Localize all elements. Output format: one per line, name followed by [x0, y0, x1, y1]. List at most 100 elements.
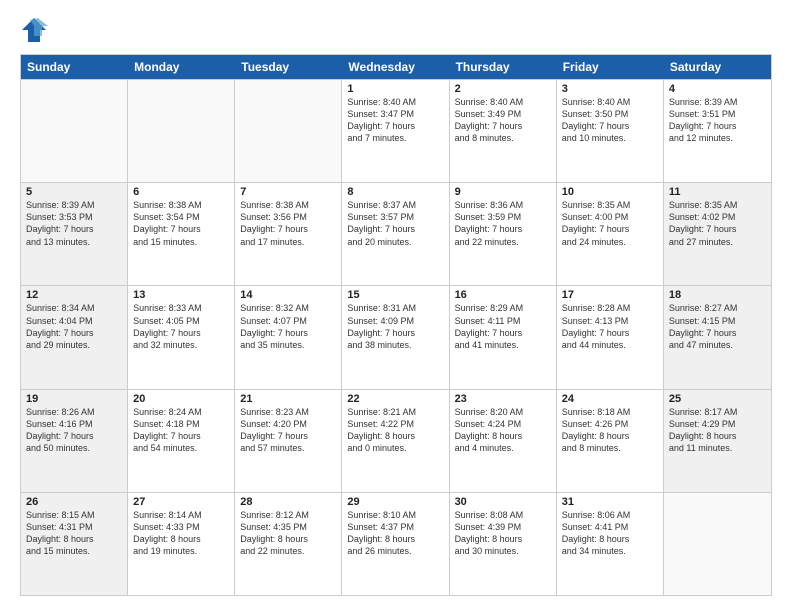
day-number: 1 [347, 83, 443, 95]
day-number: 24 [562, 393, 658, 405]
day-info: Sunrise: 8:26 AM Sunset: 4:16 PM Dayligh… [26, 406, 122, 455]
day-number: 31 [562, 496, 658, 508]
day-number: 8 [347, 186, 443, 198]
day-cell-5: 5Sunrise: 8:39 AM Sunset: 3:53 PM Daylig… [21, 183, 128, 285]
page: SundayMondayTuesdayWednesdayThursdayFrid… [0, 0, 792, 612]
empty-cell-0-0 [21, 80, 128, 182]
day-cell-23: 23Sunrise: 8:20 AM Sunset: 4:24 PM Dayli… [450, 390, 557, 492]
day-cell-21: 21Sunrise: 8:23 AM Sunset: 4:20 PM Dayli… [235, 390, 342, 492]
day-cell-20: 20Sunrise: 8:24 AM Sunset: 4:18 PM Dayli… [128, 390, 235, 492]
empty-cell-4-6 [664, 493, 771, 595]
day-number: 12 [26, 289, 122, 301]
day-info: Sunrise: 8:39 AM Sunset: 3:51 PM Dayligh… [669, 96, 766, 145]
calendar-row-0: 1Sunrise: 8:40 AM Sunset: 3:47 PM Daylig… [21, 79, 771, 182]
day-cell-13: 13Sunrise: 8:33 AM Sunset: 4:05 PM Dayli… [128, 286, 235, 388]
day-number: 18 [669, 289, 766, 301]
day-info: Sunrise: 8:14 AM Sunset: 4:33 PM Dayligh… [133, 509, 229, 558]
day-number: 6 [133, 186, 229, 198]
day-number: 30 [455, 496, 551, 508]
day-info: Sunrise: 8:39 AM Sunset: 3:53 PM Dayligh… [26, 199, 122, 248]
day-info: Sunrise: 8:15 AM Sunset: 4:31 PM Dayligh… [26, 509, 122, 558]
day-info: Sunrise: 8:34 AM Sunset: 4:04 PM Dayligh… [26, 302, 122, 351]
day-info: Sunrise: 8:40 AM Sunset: 3:49 PM Dayligh… [455, 96, 551, 145]
calendar-header: SundayMondayTuesdayWednesdayThursdayFrid… [21, 55, 771, 79]
day-info: Sunrise: 8:38 AM Sunset: 3:54 PM Dayligh… [133, 199, 229, 248]
day-number: 27 [133, 496, 229, 508]
day-cell-8: 8Sunrise: 8:37 AM Sunset: 3:57 PM Daylig… [342, 183, 449, 285]
day-info: Sunrise: 8:23 AM Sunset: 4:20 PM Dayligh… [240, 406, 336, 455]
day-cell-12: 12Sunrise: 8:34 AM Sunset: 4:04 PM Dayli… [21, 286, 128, 388]
weekday-header-tuesday: Tuesday [235, 55, 342, 79]
day-number: 10 [562, 186, 658, 198]
day-info: Sunrise: 8:20 AM Sunset: 4:24 PM Dayligh… [455, 406, 551, 455]
day-number: 21 [240, 393, 336, 405]
day-info: Sunrise: 8:17 AM Sunset: 4:29 PM Dayligh… [669, 406, 766, 455]
day-cell-26: 26Sunrise: 8:15 AM Sunset: 4:31 PM Dayli… [21, 493, 128, 595]
day-cell-22: 22Sunrise: 8:21 AM Sunset: 4:22 PM Dayli… [342, 390, 449, 492]
day-cell-7: 7Sunrise: 8:38 AM Sunset: 3:56 PM Daylig… [235, 183, 342, 285]
day-cell-15: 15Sunrise: 8:31 AM Sunset: 4:09 PM Dayli… [342, 286, 449, 388]
day-info: Sunrise: 8:40 AM Sunset: 3:47 PM Dayligh… [347, 96, 443, 145]
day-cell-9: 9Sunrise: 8:36 AM Sunset: 3:59 PM Daylig… [450, 183, 557, 285]
day-number: 4 [669, 83, 766, 95]
empty-cell-0-2 [235, 80, 342, 182]
day-number: 15 [347, 289, 443, 301]
calendar-row-3: 19Sunrise: 8:26 AM Sunset: 4:16 PM Dayli… [21, 389, 771, 492]
day-info: Sunrise: 8:21 AM Sunset: 4:22 PM Dayligh… [347, 406, 443, 455]
day-cell-17: 17Sunrise: 8:28 AM Sunset: 4:13 PM Dayli… [557, 286, 664, 388]
day-number: 9 [455, 186, 551, 198]
weekday-header-friday: Friday [557, 55, 664, 79]
day-number: 20 [133, 393, 229, 405]
day-cell-18: 18Sunrise: 8:27 AM Sunset: 4:15 PM Dayli… [664, 286, 771, 388]
day-info: Sunrise: 8:08 AM Sunset: 4:39 PM Dayligh… [455, 509, 551, 558]
calendar-row-1: 5Sunrise: 8:39 AM Sunset: 3:53 PM Daylig… [21, 182, 771, 285]
weekday-header-sunday: Sunday [21, 55, 128, 79]
day-info: Sunrise: 8:28 AM Sunset: 4:13 PM Dayligh… [562, 302, 658, 351]
day-info: Sunrise: 8:37 AM Sunset: 3:57 PM Dayligh… [347, 199, 443, 248]
calendar-body: 1Sunrise: 8:40 AM Sunset: 3:47 PM Daylig… [21, 79, 771, 595]
day-cell-16: 16Sunrise: 8:29 AM Sunset: 4:11 PM Dayli… [450, 286, 557, 388]
calendar: SundayMondayTuesdayWednesdayThursdayFrid… [20, 54, 772, 596]
day-number: 25 [669, 393, 766, 405]
day-number: 17 [562, 289, 658, 301]
day-info: Sunrise: 8:24 AM Sunset: 4:18 PM Dayligh… [133, 406, 229, 455]
day-cell-14: 14Sunrise: 8:32 AM Sunset: 4:07 PM Dayli… [235, 286, 342, 388]
day-cell-30: 30Sunrise: 8:08 AM Sunset: 4:39 PM Dayli… [450, 493, 557, 595]
day-number: 11 [669, 186, 766, 198]
weekday-header-monday: Monday [128, 55, 235, 79]
day-number: 23 [455, 393, 551, 405]
day-cell-24: 24Sunrise: 8:18 AM Sunset: 4:26 PM Dayli… [557, 390, 664, 492]
day-cell-25: 25Sunrise: 8:17 AM Sunset: 4:29 PM Dayli… [664, 390, 771, 492]
day-info: Sunrise: 8:33 AM Sunset: 4:05 PM Dayligh… [133, 302, 229, 351]
day-info: Sunrise: 8:31 AM Sunset: 4:09 PM Dayligh… [347, 302, 443, 351]
day-cell-19: 19Sunrise: 8:26 AM Sunset: 4:16 PM Dayli… [21, 390, 128, 492]
day-number: 22 [347, 393, 443, 405]
day-info: Sunrise: 8:29 AM Sunset: 4:11 PM Dayligh… [455, 302, 551, 351]
day-cell-2: 2Sunrise: 8:40 AM Sunset: 3:49 PM Daylig… [450, 80, 557, 182]
day-number: 26 [26, 496, 122, 508]
day-number: 13 [133, 289, 229, 301]
weekday-header-wednesday: Wednesday [342, 55, 449, 79]
day-info: Sunrise: 8:35 AM Sunset: 4:00 PM Dayligh… [562, 199, 658, 248]
calendar-row-2: 12Sunrise: 8:34 AM Sunset: 4:04 PM Dayli… [21, 285, 771, 388]
day-cell-4: 4Sunrise: 8:39 AM Sunset: 3:51 PM Daylig… [664, 80, 771, 182]
day-cell-27: 27Sunrise: 8:14 AM Sunset: 4:33 PM Dayli… [128, 493, 235, 595]
weekday-header-saturday: Saturday [664, 55, 771, 79]
day-number: 2 [455, 83, 551, 95]
day-number: 7 [240, 186, 336, 198]
day-info: Sunrise: 8:10 AM Sunset: 4:37 PM Dayligh… [347, 509, 443, 558]
weekday-header-thursday: Thursday [450, 55, 557, 79]
empty-cell-0-1 [128, 80, 235, 182]
day-number: 19 [26, 393, 122, 405]
day-info: Sunrise: 8:12 AM Sunset: 4:35 PM Dayligh… [240, 509, 336, 558]
day-cell-10: 10Sunrise: 8:35 AM Sunset: 4:00 PM Dayli… [557, 183, 664, 285]
day-info: Sunrise: 8:18 AM Sunset: 4:26 PM Dayligh… [562, 406, 658, 455]
day-info: Sunrise: 8:40 AM Sunset: 3:50 PM Dayligh… [562, 96, 658, 145]
day-cell-31: 31Sunrise: 8:06 AM Sunset: 4:41 PM Dayli… [557, 493, 664, 595]
day-number: 29 [347, 496, 443, 508]
day-cell-28: 28Sunrise: 8:12 AM Sunset: 4:35 PM Dayli… [235, 493, 342, 595]
logo [20, 16, 52, 44]
day-cell-11: 11Sunrise: 8:35 AM Sunset: 4:02 PM Dayli… [664, 183, 771, 285]
day-info: Sunrise: 8:06 AM Sunset: 4:41 PM Dayligh… [562, 509, 658, 558]
logo-icon [20, 16, 48, 44]
